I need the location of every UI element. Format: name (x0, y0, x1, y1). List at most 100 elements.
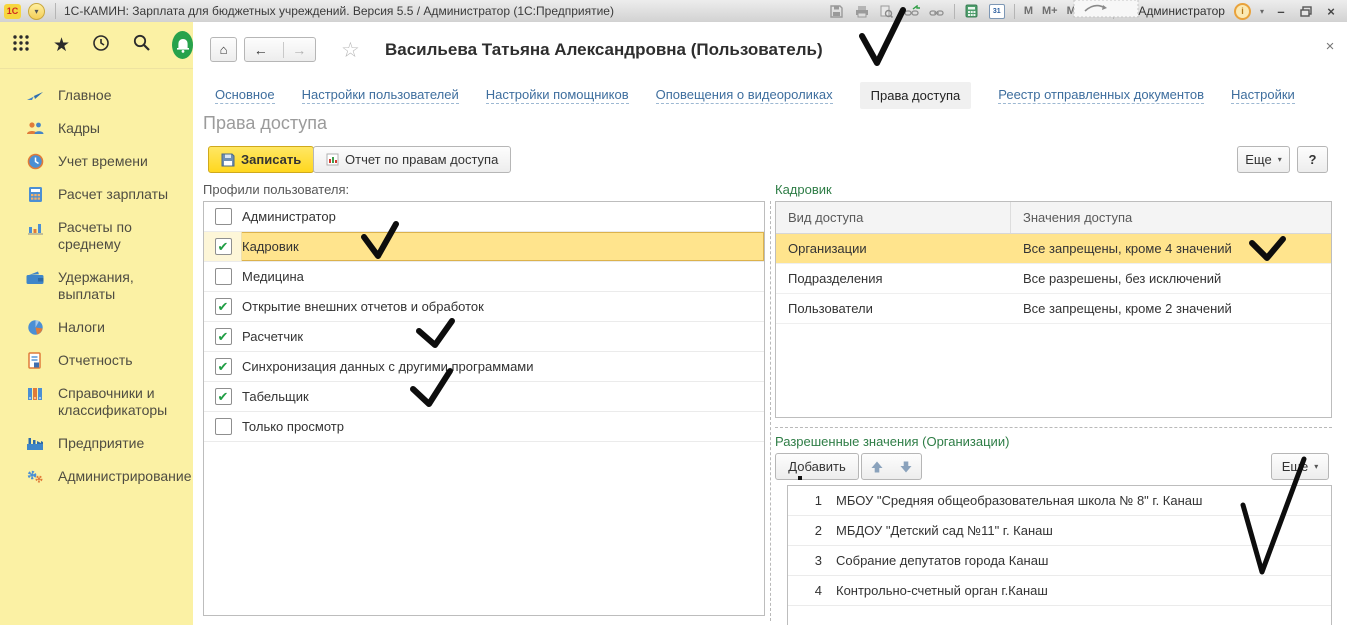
sidebar-item-otchetnost[interactable]: Отчетность (0, 344, 193, 377)
organization-name: Контрольно-счетный орган г.Канаш (822, 583, 1048, 598)
forward-button[interactable]: → (283, 42, 316, 58)
profile-label: Только просмотр (242, 419, 344, 434)
column-header-znacheniya-dostupa[interactable]: Значения доступа (1011, 202, 1331, 233)
tab-opoveshcheniya[interactable]: Оповещения о видеороликах (656, 87, 833, 104)
save-icon[interactable] (829, 3, 845, 19)
help-button[interactable]: ? (1297, 146, 1328, 173)
move-down-button[interactable] (891, 453, 922, 480)
allowed-row[interactable]: 3 Собрание депутатов города Канаш (788, 546, 1331, 576)
sidebar-item-label: Справочники и классификаторы (58, 385, 183, 419)
checkbox[interactable] (215, 298, 232, 315)
predpriyatie-icon (26, 435, 44, 451)
calculator-icon[interactable] (964, 3, 980, 19)
checkbox[interactable] (215, 388, 232, 405)
form-close-icon[interactable]: × (1321, 38, 1339, 55)
allowed-row[interactable]: 1 МБОУ "Средняя общеобразовательная школ… (788, 486, 1331, 516)
sidebar-item-nalogi[interactable]: Налоги (0, 311, 193, 344)
otchetnost-icon (26, 352, 44, 368)
profile-row-tabelshchik[interactable]: Табельщик (204, 382, 764, 412)
profile-row-tolko-prosmotr[interactable]: Только просмотр (204, 412, 764, 442)
checkbox[interactable] (215, 418, 232, 435)
tab-nastroyki-polzovateley[interactable]: Настройки пользователей (302, 87, 459, 104)
split-pane-icon[interactable] (1088, 3, 1104, 19)
favorite-star-icon[interactable]: ☆ (341, 38, 360, 63)
memory-minus-icon[interactable]: M- (1067, 5, 1080, 17)
get-link-icon[interactable] (929, 3, 945, 19)
uderzhaniya-vyplaty-icon (26, 269, 44, 285)
column-header-vid-dostupa[interactable]: Вид доступа (776, 202, 1011, 233)
minimize-button[interactable]: – (1273, 4, 1289, 19)
sidebar-item-administrirovanie[interactable]: Администрирование (0, 460, 193, 493)
checkbox[interactable] (215, 238, 232, 255)
vertical-splitter[interactable] (770, 201, 771, 621)
tab-nastroyki[interactable]: Настройки (1231, 87, 1295, 104)
allowed-more-label: Еще (1282, 459, 1308, 474)
sidebar-item-kadry[interactable]: Кадры (0, 112, 193, 145)
notifications-bell-icon[interactable] (172, 31, 193, 59)
home-button[interactable]: ⌂ (210, 37, 237, 62)
search-icon[interactable] (132, 33, 151, 57)
horizontal-splitter[interactable] (775, 427, 1332, 428)
checkbox[interactable] (215, 328, 232, 345)
sidebar-item-raschety-po-srednemu[interactable]: Расчеты по среднему (0, 211, 193, 261)
profile-row-meditsina[interactable]: Медицина (204, 262, 764, 292)
chevron-down-icon: ▾ (1278, 155, 1282, 164)
allowed-row[interactable]: 2 МБДОУ "Детский сад №11" г. Канаш (788, 516, 1331, 546)
tab-prava-dostupa[interactable]: Права доступа (860, 82, 972, 109)
checkbox[interactable] (215, 358, 232, 375)
arrow-down-icon (899, 460, 913, 474)
allowed-row[interactable]: 4 Контрольно-счетный орган г.Канаш (788, 576, 1331, 606)
calendar-icon[interactable]: 31 (989, 4, 1005, 19)
restore-button[interactable] (1298, 3, 1314, 19)
sidebar-item-raschet-zarplaty[interactable]: Расчет зарплаты (0, 178, 193, 211)
sidebar-item-spravochniki[interactable]: Справочники и классификаторы (0, 377, 193, 427)
current-user[interactable]: Администратор (1123, 4, 1225, 18)
move-up-button[interactable] (861, 453, 892, 480)
checkbox[interactable] (215, 208, 232, 225)
access-row-polzovateli[interactable]: Пользователи Все запрещены, кроме 2 знач… (776, 294, 1331, 324)
memory-plus-icon[interactable]: M+ (1042, 5, 1058, 17)
close-button[interactable]: × (1323, 4, 1339, 19)
sidebar-item-glavnoe[interactable]: Главное (0, 79, 193, 112)
memory-icon[interactable]: M (1024, 5, 1033, 17)
access-kind: Подразделения (776, 264, 1011, 293)
apps-grid-icon[interactable] (12, 33, 32, 58)
sidebar-item-uchet-vremeni[interactable]: Учет времени (0, 145, 193, 178)
profile-row-administrator[interactable]: Администратор (204, 202, 764, 232)
chevron-down-icon: ▾ (1314, 462, 1318, 471)
go-to-link-icon[interactable] (904, 3, 920, 19)
profile-row-vneshnie-otchety[interactable]: Открытие внешних отчетов и обработок (204, 292, 764, 322)
profile-row-raschetchik[interactable]: Расчетчик (204, 322, 764, 352)
tab-osnovnoe[interactable]: Основное (215, 87, 275, 104)
main-menu-button[interactable]: ▾ (28, 3, 45, 20)
sidebar-item-predpriyatie[interactable]: Предприятие (0, 427, 193, 460)
save-button[interactable]: Записать (208, 146, 314, 173)
add-button[interactable]: Добавить (775, 453, 859, 480)
favorites-star-icon[interactable]: ★ (53, 36, 70, 55)
checkbox[interactable] (215, 268, 232, 285)
access-report-button[interactable]: Отчет по правам доступа (313, 146, 511, 173)
raschet-zarplaty-icon (26, 186, 44, 202)
sidebar-item-uderzhaniya-vyplaty[interactable]: Удержания, выплаты (0, 261, 193, 311)
tab-nastroyki-pomoshchnikov[interactable]: Настройки помощников (486, 87, 629, 104)
access-value: Все запрещены, кроме 4 значений (1011, 234, 1331, 263)
info-icon[interactable]: i (1234, 3, 1251, 20)
titlebar-separator (55, 3, 56, 19)
profile-row-kadrovik[interactable]: Кадровик (204, 232, 764, 262)
print-icon[interactable] (854, 3, 870, 19)
access-table-header: Вид доступа Значения доступа (776, 202, 1331, 234)
sidebar-item-label: Отчетность (58, 352, 133, 369)
history-icon[interactable] (91, 33, 111, 58)
access-row-podrazdeleniya[interactable]: Подразделения Все разрешены, без исключе… (776, 264, 1331, 294)
access-table: Вид доступа Значения доступа Организации… (775, 201, 1332, 418)
back-button[interactable]: ← (245, 42, 277, 58)
uchet-vremeni-icon (26, 153, 44, 169)
access-row-organizatsii[interactable]: Организации Все запрещены, кроме 4 значе… (776, 234, 1331, 264)
tab-reestr-dokumentov[interactable]: Реестр отправленных документов (998, 87, 1204, 104)
info-caret-icon[interactable]: ▾ (1260, 7, 1264, 16)
more-button[interactable]: Еще ▾ (1237, 146, 1290, 173)
form-tabs: Основное Настройки пользователей Настрой… (215, 82, 1295, 109)
profile-row-sinkhronizatsiya[interactable]: Синхронизация данных с другими программа… (204, 352, 764, 382)
print-preview-icon[interactable] (879, 3, 895, 19)
allowed-more-button[interactable]: Еще ▾ (1271, 453, 1329, 480)
